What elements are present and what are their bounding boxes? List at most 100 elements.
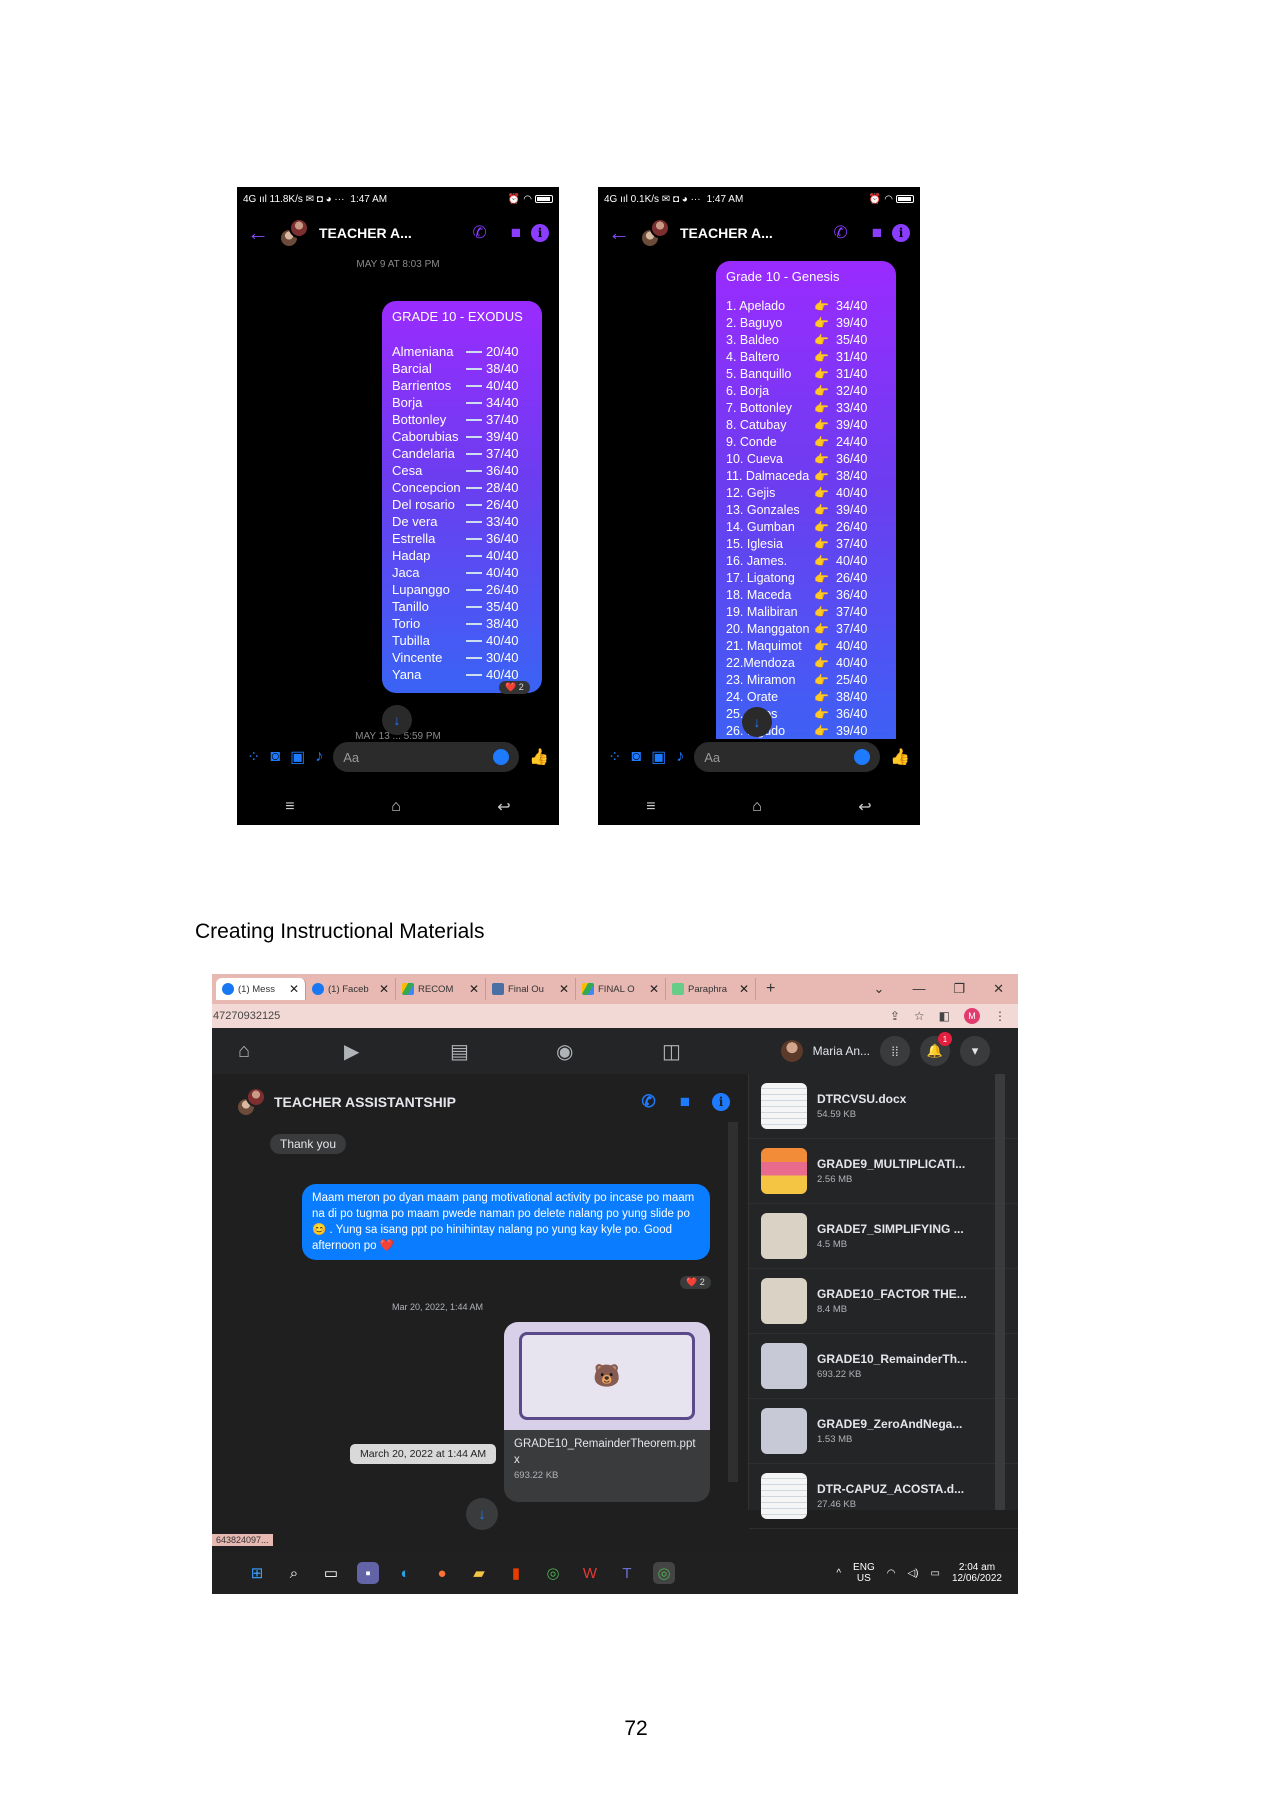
browser-tab[interactable]: (1) Faceb ✕ [306,978,396,1000]
tab-label[interactable]: (1) Faceb [328,984,375,995]
shared-file-row[interactable]: GRADE10_FACTOR THE... 8.4 MB [749,1269,1018,1334]
phone-call-icon[interactable]: ✆ [833,223,847,243]
browser-menu-icon[interactable]: ⋮ [994,1009,1006,1023]
message-input[interactable]: Aa [694,742,881,772]
new-tab-button[interactable]: + [756,980,785,998]
bookmark-star-icon[interactable]: ☆ [914,1009,925,1023]
address-text[interactable]: 47270932125 [213,1010,280,1022]
file-name[interactable]: GRADE10_RemainderTh... [817,1352,987,1366]
close-tab-icon[interactable]: ✕ [649,982,659,996]
user-name[interactable]: Maria An... [813,1044,870,1058]
shared-file-row[interactable]: GRADE7_SIMPLIFYING ... 4.5 MB [749,1204,1018,1269]
tab-label[interactable]: Final Ou [508,984,555,995]
thumbs-up-icon[interactable]: 👍 [890,747,910,767]
back-icon[interactable]: ↩ [497,797,510,817]
home-icon[interactable]: ⌂ [391,798,401,816]
tray-expand-icon[interactable]: ^ [836,1568,841,1579]
reaction-badge[interactable]: ❤️ 2 [680,1276,711,1289]
volume-icon[interactable]: ◁) [907,1568,918,1579]
gallery-icon[interactable]: ▣ [290,747,305,767]
tab-label[interactable]: (1) Mess [238,984,285,995]
back-arrow-icon[interactable]: ← [608,220,630,246]
shared-file-row[interactable]: GRADE10_RemainderTh... 693.22 KB [749,1334,1018,1399]
account-dropdown-icon[interactable]: ▾ [960,1036,990,1066]
user-avatar[interactable] [780,1040,803,1062]
scroll-down-button[interactable]: ↓ [742,707,772,737]
tab-label[interactable]: RECOM [418,984,465,995]
shared-file-row[interactable]: DTR-CAPUZ_ACOSTA.d... 27.46 KB [749,1464,1018,1529]
home-icon[interactable]: ⌂ [238,1040,344,1063]
close-tab-icon[interactable]: ✕ [559,982,569,996]
address-bar[interactable]: 47270932125 ⇪ ☆ ◧ M ⋮ [212,1004,1018,1028]
video-call-icon[interactable]: ■ [872,223,882,243]
video-call-icon[interactable]: ■ [680,1092,690,1112]
windows-start-icon[interactable]: ⊞ [246,1562,268,1584]
info-icon[interactable]: i [531,224,549,242]
reaction-badge[interactable]: ❤️ 2 [499,681,530,694]
firefox-icon[interactable]: ● [431,1562,453,1584]
home-icon[interactable]: ⌂ [752,798,762,816]
clock-time[interactable]: 2:04 am [952,1562,1002,1573]
attachment-card[interactable]: 🐻 GRADE10_RemainderTheorem.pptx 693.22 K… [504,1322,710,1502]
teams-chat-icon[interactable]: ▪ [357,1562,379,1584]
info-icon[interactable]: i [892,224,910,242]
download-icon[interactable]: ↓ [466,1498,498,1530]
minimize-icon[interactable]: — [912,981,925,997]
back-icon[interactable]: ↩ [858,797,871,817]
share-icon[interactable]: ⇪ [890,1009,900,1023]
phone-call-icon[interactable]: ✆ [641,1092,655,1112]
edge-icon[interactable]: ◐ [394,1562,416,1584]
groups-icon[interactable]: ◉ [556,1039,662,1064]
teams-icon[interactable]: T [616,1562,638,1584]
menu-icon[interactable]: ≡ [646,798,655,816]
file-name[interactable]: GRADE10_FACTOR THE... [817,1287,987,1301]
phone-call-icon[interactable]: ✆ [472,223,486,243]
office-icon[interactable]: ▮ [505,1562,527,1584]
restore-icon[interactable]: ❐ [953,981,965,997]
close-window-icon[interactable]: ✕ [993,981,1004,997]
apps-icon[interactable]: ⁘ [247,747,260,767]
shared-file-row[interactable]: GRADE9_ZeroAndNega... 1.53 MB [749,1399,1018,1464]
shared-file-row[interactable]: DTRCVSU.docx 54.59 KB [749,1074,1018,1139]
chat-title[interactable]: TEACHER A... [319,225,448,241]
file-name[interactable]: GRADE9_MULTIPLICATI... [817,1157,987,1171]
message-input[interactable]: Aa [333,742,520,772]
profile-avatar[interactable]: M [964,1008,980,1024]
microphone-icon[interactable]: ♪ [315,748,323,766]
tab-label[interactable]: Paraphra [688,984,735,995]
chrome-profile-icon[interactable]: ◎ [653,1562,675,1584]
marketplace-icon[interactable]: ▤ [450,1039,556,1064]
file-explorer-icon[interactable]: ▰ [468,1562,490,1584]
gaming-icon[interactable]: ◫ [662,1039,768,1064]
wps-icon[interactable]: W [579,1562,601,1584]
file-name[interactable]: GRADE9_ZeroAndNega... [817,1417,987,1431]
emoji-icon[interactable] [493,749,510,765]
apps-icon[interactable]: ⁘ [608,747,621,767]
camera-icon[interactable]: ◙ [270,748,280,766]
file-name[interactable]: DTRCVSU.docx [817,1092,987,1106]
close-tab-icon[interactable]: ✕ [469,982,479,996]
info-icon[interactable]: i [712,1093,730,1111]
video-call-icon[interactable]: ■ [511,223,521,243]
back-arrow-icon[interactable]: ← [247,220,269,246]
shared-file-row[interactable]: GRADE9_MULTIPLICATI... 2.56 MB [749,1139,1018,1204]
gallery-icon[interactable]: ▣ [651,747,666,767]
file-name[interactable]: GRADE7_SIMPLIFYING ... [817,1222,987,1236]
watch-icon[interactable]: ▶ [344,1039,450,1064]
task-view-icon[interactable]: ▭ [320,1562,342,1584]
attachment-name[interactable]: GRADE10_RemainderTheorem.pptx [504,1430,710,1468]
microphone-icon[interactable]: ♪ [676,748,684,766]
battery-icon[interactable]: ▭ [930,1568,939,1579]
search-icon[interactable]: ⌕ [283,1562,305,1584]
close-tab-icon[interactable]: ✕ [379,982,389,996]
chat-title[interactable]: TEACHER A... [680,225,809,241]
wifi-icon[interactable]: ◠ [887,1568,896,1579]
browser-tab[interactable]: FINAL O ✕ [576,978,666,1000]
tab-search-icon[interactable]: ⌄ [874,981,885,997]
file-name[interactable]: DTR-CAPUZ_ACOSTA.d... [817,1482,987,1496]
menu-icon[interactable]: ≡ [285,798,294,816]
close-tab-icon[interactable]: ✕ [739,982,749,996]
files-scrollbar[interactable] [995,1074,1005,1510]
close-tab-icon[interactable]: ✕ [289,982,299,996]
chat-title[interactable]: TEACHER ASSISTANTSHIP [274,1094,617,1110]
